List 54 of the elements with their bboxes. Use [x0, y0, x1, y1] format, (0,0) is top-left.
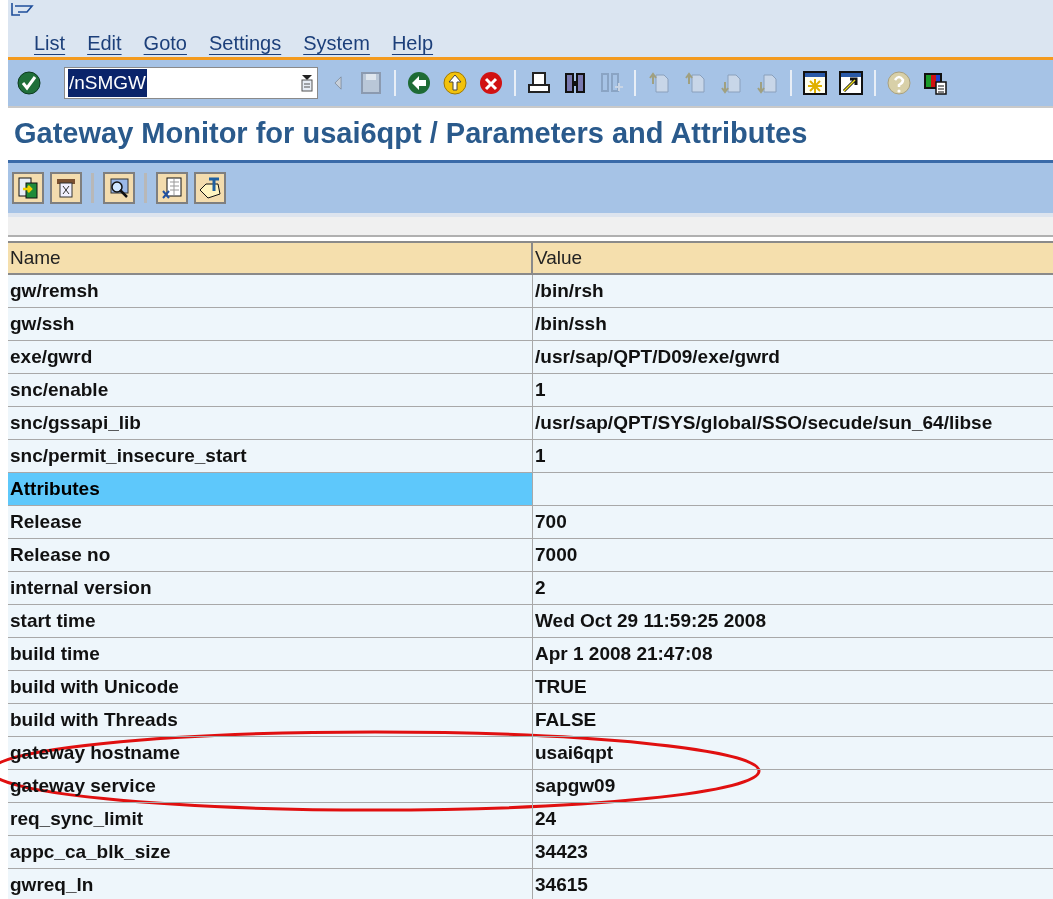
table-cell: exe/gwrd: [8, 341, 533, 374]
table-cell: 7000: [533, 539, 1053, 572]
table-cell: build with Threads: [8, 704, 533, 737]
table-cell: sapgw09: [533, 770, 1053, 803]
table-cell: usai6qpt: [533, 737, 1053, 770]
table-cell: Wed Oct 29 11:59:25 2008: [533, 605, 1053, 638]
table-cell: appc_ca_blk_size: [8, 836, 533, 869]
column-header[interactable]: Name: [8, 243, 533, 273]
table-cell: start time: [8, 605, 533, 638]
column-header[interactable]: Value: [533, 243, 1053, 273]
table-cell: req_sync_limit: [8, 803, 533, 836]
shortcut-icon[interactable]: [838, 70, 864, 96]
table-cell: build with Unicode: [8, 671, 533, 704]
table-cell: snc/gssapi_lib: [8, 407, 533, 440]
table-cell: 2: [533, 572, 1053, 605]
table-cell: /bin/ssh: [533, 308, 1053, 341]
table-cell: /usr/sap/QPT/D09/exe/gwrd: [533, 341, 1053, 374]
table-cell: /bin/rsh: [533, 275, 1053, 308]
table-cell: gw/remsh: [8, 275, 533, 308]
table-cell: Apr 1 2008 21:47:08: [533, 638, 1053, 671]
table-cell: Release no: [8, 539, 533, 572]
menu-icon[interactable]: [10, 2, 34, 18]
exit-icon[interactable]: [442, 70, 468, 96]
menu-item[interactable]: Settings: [208, 28, 282, 58]
table-cell: 24: [533, 803, 1053, 836]
table-cell: internal version: [8, 572, 533, 605]
table-cell: 34423: [533, 836, 1053, 869]
table-cell: TRUE: [533, 671, 1053, 704]
command-field[interactable]: /nSMGW: [64, 67, 318, 99]
menu-item[interactable]: List: [34, 28, 66, 58]
binoculars-icon[interactable]: [562, 70, 588, 96]
table-cell: FALSE: [533, 704, 1053, 737]
menu-item[interactable]: Edit: [87, 28, 122, 58]
menu-item[interactable]: Goto: [143, 28, 187, 58]
new-window-icon[interactable]: [802, 70, 828, 96]
checkmark-icon[interactable]: [16, 70, 42, 96]
table-cell: snc/enable: [8, 374, 533, 407]
screen-title: Gateway Monitor for usai6qpt / Parameters and Attributes: [14, 116, 808, 152]
table-cell: 34615: [533, 869, 1053, 899]
back-icon[interactable]: [406, 70, 432, 96]
table-cell: gwreq_ln: [8, 869, 533, 899]
dropdown-icon[interactable]: [300, 74, 314, 92]
menu-item[interactable]: Help: [391, 28, 434, 58]
table-cell: 1: [533, 374, 1053, 407]
print-icon[interactable]: [526, 70, 552, 96]
table-cell: build time: [8, 638, 533, 671]
menu-item[interactable]: System: [303, 28, 370, 58]
table-cell: Release: [8, 506, 533, 539]
table-cell: gw/ssh: [8, 308, 533, 341]
cancel-icon[interactable]: [478, 70, 504, 96]
section-header: Attributes: [8, 473, 533, 506]
table-cell: 700: [533, 506, 1053, 539]
table-cell: /usr/sap/QPT/SYS/global/SSO/secude/sun_64/libse: [533, 407, 1053, 440]
layout-icon[interactable]: [922, 70, 948, 96]
